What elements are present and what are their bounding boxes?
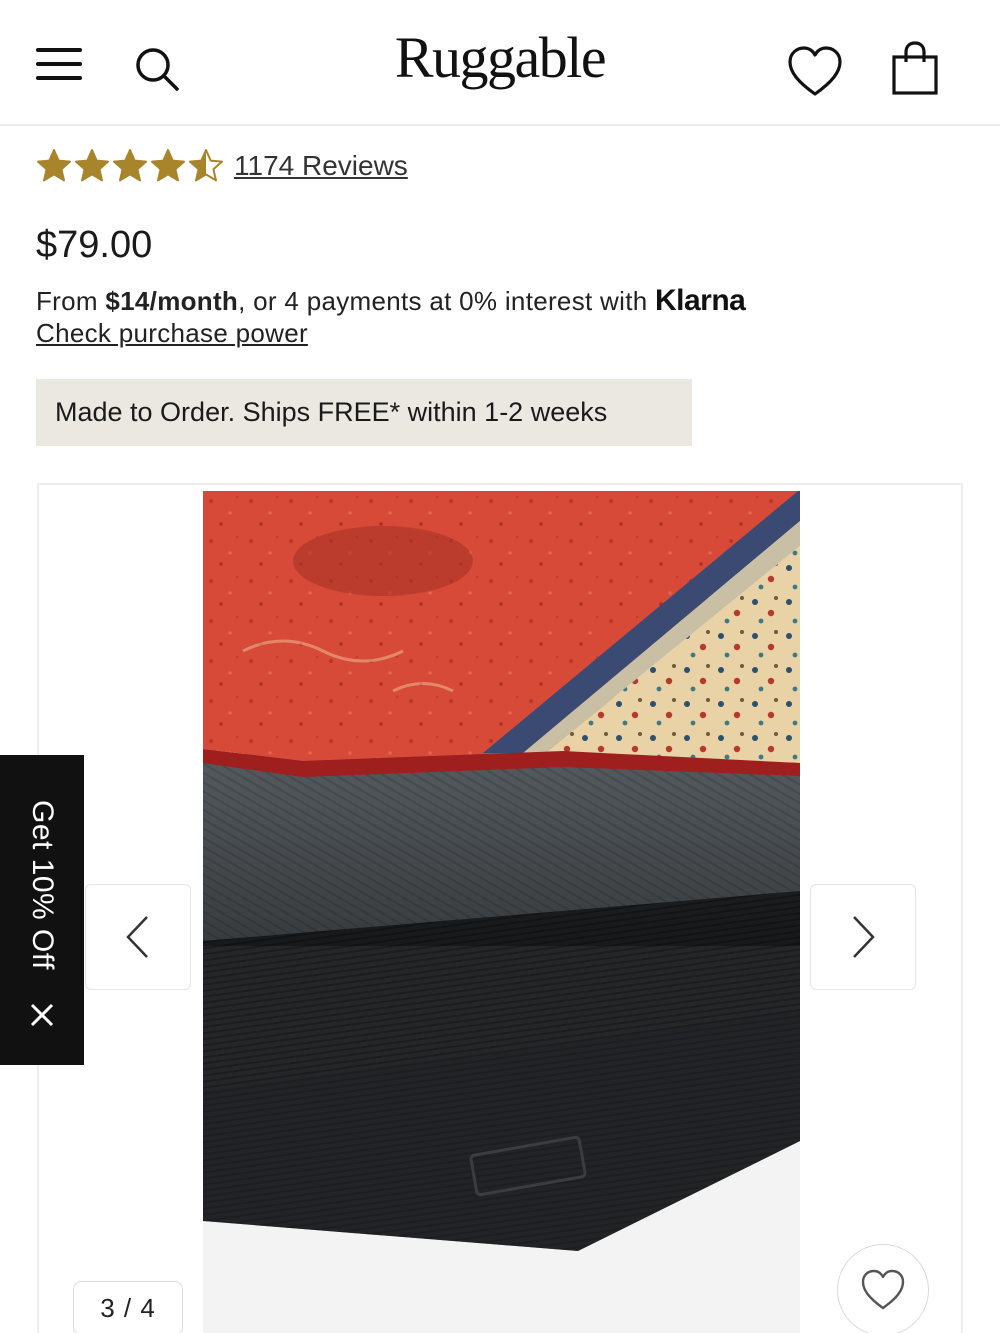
- gallery-prev-button[interactable]: [85, 884, 191, 990]
- star-full-icon: [113, 149, 147, 182]
- search-button[interactable]: [132, 44, 182, 94]
- heart-icon: [788, 46, 842, 96]
- check-purchase-power-link[interactable]: Check purchase power: [36, 318, 308, 349]
- rug-pad-photo: [203, 491, 800, 1333]
- hamburger-line: [36, 48, 82, 52]
- product-price: $79.00: [36, 224, 153, 266]
- menu-button[interactable]: [36, 46, 82, 82]
- chevron-left-icon: [126, 916, 148, 958]
- hamburger-line: [36, 76, 82, 80]
- brand-logo[interactable]: Ruggable: [300, 24, 700, 91]
- product-gallery: 3 / 4: [37, 483, 963, 1333]
- financing-middle: , or 4 payments at 0% interest with: [238, 286, 655, 316]
- promo-side-tab[interactable]: Get 10% Off: [0, 755, 84, 1065]
- star-rating: [36, 148, 224, 184]
- financing-prefix: From: [36, 286, 106, 316]
- shopping-bag-icon: [892, 41, 938, 95]
- star-full-icon: [37, 149, 71, 182]
- gallery-next-button[interactable]: [810, 884, 916, 990]
- reviews-link[interactable]: 1174 Reviews: [234, 150, 408, 182]
- klarna-logo: Klarna: [655, 284, 746, 317]
- promo-close-button[interactable]: [22, 995, 62, 1035]
- financing-message: From $14/month, or 4 payments at 0% inte…: [36, 284, 746, 318]
- shopping-bag-button[interactable]: [888, 40, 942, 98]
- promo-label: Get 10% Off: [26, 799, 59, 971]
- chevron-right-icon: [853, 916, 875, 958]
- gallery-counter: 3 / 4: [73, 1281, 183, 1333]
- star-full-icon: [151, 149, 185, 182]
- star-half-icon: [189, 149, 223, 182]
- shipping-banner: Made to Order. Ships FREE* within 1-2 we…: [36, 379, 692, 446]
- top-header: Ruggable: [0, 0, 1000, 126]
- financing-monthly: $14/month: [105, 286, 239, 316]
- wishlist-button[interactable]: [786, 44, 844, 98]
- product-image[interactable]: [203, 491, 800, 1333]
- favorite-button[interactable]: [837, 1244, 929, 1333]
- heart-icon: [861, 1269, 905, 1310]
- search-icon: [136, 48, 179, 91]
- star-full-icon: [75, 149, 109, 182]
- product-rating: 1174 Reviews: [36, 144, 408, 188]
- shipping-note: Made to Order. Ships FREE* within 1-2 we…: [55, 397, 608, 427]
- hamburger-line: [36, 62, 82, 66]
- close-icon: [30, 1003, 54, 1027]
